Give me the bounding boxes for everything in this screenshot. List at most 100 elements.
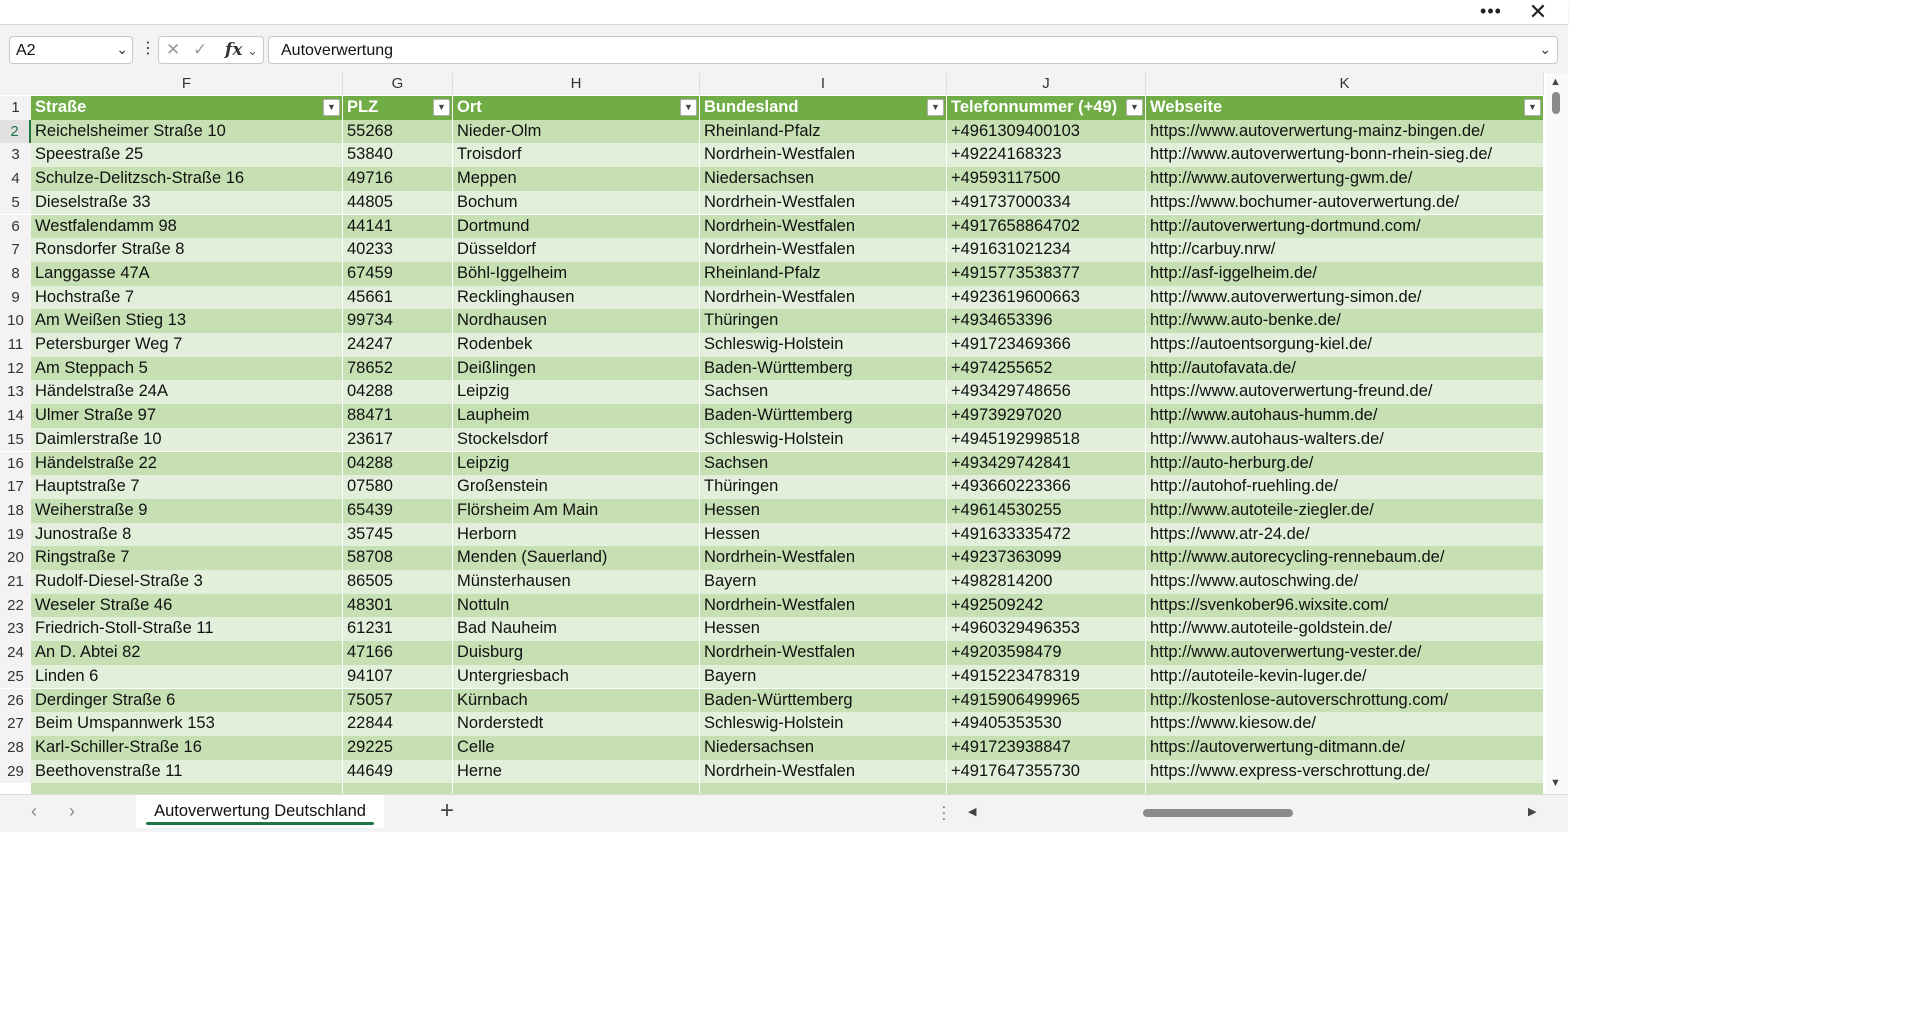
row-header[interactable]: 23 — [0, 617, 31, 642]
table-cell[interactable]: 75057 — [343, 688, 453, 713]
table-cell[interactable]: Thüringen — [700, 475, 947, 499]
table-cell[interactable]: Nordrhein-Westfalen — [700, 759, 947, 784]
table-cell[interactable]: Friedrich-Stoll-Straße 11 — [31, 617, 343, 642]
table-cell[interactable]: Dortmund — [453, 214, 700, 239]
table-cell[interactable]: 45661 — [343, 285, 453, 310]
row-header[interactable]: 27 — [0, 712, 31, 736]
table-cell[interactable]: Hochstraße 7 — [31, 285, 343, 310]
table-cell[interactable]: 65439 — [343, 498, 453, 523]
row-header[interactable]: 21 — [0, 570, 31, 594]
table-cell[interactable]: Troisdorf — [453, 143, 700, 168]
table-cell[interactable]: Schleswig-Holstein — [700, 427, 947, 452]
close-icon[interactable]: ✕ — [1524, 0, 1552, 24]
table-cell[interactable]: +49224168323 — [947, 143, 1146, 168]
table-cell[interactable]: Baden-Württemberg — [700, 404, 947, 428]
table-cell[interactable]: https://www.express-verschrottung.de/ — [1146, 759, 1544, 784]
table-cell[interactable]: +4923619600663 — [947, 285, 1146, 310]
table-cell[interactable] — [453, 783, 700, 794]
table-cell[interactable]: Sachsen — [700, 451, 947, 476]
table-cell[interactable]: 44649 — [343, 759, 453, 784]
table-cell[interactable]: 55268 — [343, 119, 453, 144]
table-cell[interactable]: Hessen — [700, 522, 947, 547]
table-cell[interactable]: Petersburger Weg 7 — [31, 333, 343, 357]
table-cell[interactable]: http://www.autorecycling-rennebaum.de/ — [1146, 546, 1544, 570]
row-header[interactable]: 18 — [0, 498, 31, 523]
table-cell[interactable]: +4974255652 — [947, 356, 1146, 381]
table-cell[interactable]: http://autohof-ruehling.de/ — [1146, 475, 1544, 499]
more-vertical-icon[interactable]: ⋮ — [140, 40, 156, 58]
table-cell[interactable]: Niedersachsen — [700, 167, 947, 191]
table-cell[interactable]: 07580 — [343, 475, 453, 499]
table-cell[interactable]: http://auto-herburg.de/ — [1146, 451, 1544, 476]
filter-dropdown-icon[interactable]: ▼ — [1524, 99, 1541, 116]
table-cell[interactable]: 67459 — [343, 261, 453, 286]
table-cell[interactable]: Junostraße 8 — [31, 522, 343, 547]
table-cell[interactable]: https://www.kiesow.de/ — [1146, 712, 1544, 736]
table-cell[interactable]: +49405353530 — [947, 712, 1146, 736]
table-cell[interactable]: 78652 — [343, 356, 453, 381]
table-cell[interactable]: Rudolf-Diesel-Straße 3 — [31, 570, 343, 594]
table-cell[interactable]: +49614530255 — [947, 498, 1146, 523]
table-cell[interactable]: 24247 — [343, 333, 453, 357]
column-header-i[interactable]: I — [700, 73, 947, 95]
table-cell[interactable]: http://www.autoverwertung-vester.de/ — [1146, 641, 1544, 665]
row-header[interactable]: 22 — [0, 593, 31, 618]
table-cell[interactable]: Westfalendamm 98 — [31, 214, 343, 239]
table-cell[interactable]: Recklinghausen — [453, 285, 700, 310]
chevron-down-icon[interactable]: ⌄ — [247, 43, 258, 59]
table-cell[interactable]: https://www.autoverwertung-freund.de/ — [1146, 380, 1544, 405]
table-cell[interactable]: https://www.autoverwertung-mainz-bingen.… — [1146, 119, 1544, 144]
table-cell[interactable]: Speestraße 25 — [31, 143, 343, 168]
table-cell[interactable]: Bayern — [700, 570, 947, 594]
table-cell[interactable]: Kürnbach — [453, 688, 700, 713]
table-cell[interactable]: +4915773538377 — [947, 261, 1146, 286]
table-header-cell[interactable]: PLZ ▼ — [343, 96, 453, 120]
row-header[interactable]: 8 — [0, 261, 31, 286]
table-cell[interactable]: Herborn — [453, 522, 700, 547]
table-cell[interactable]: +4917647355730 — [947, 759, 1146, 784]
column-header-g[interactable]: G — [343, 73, 453, 95]
table-cell[interactable]: Händelstraße 24A — [31, 380, 343, 405]
table-cell[interactable]: +493660223366 — [947, 475, 1146, 499]
table-cell[interactable]: Nordrhein-Westfalen — [700, 546, 947, 570]
table-cell[interactable]: http://www.autoteile-ziegler.de/ — [1146, 498, 1544, 523]
vertical-scrollbar[interactable]: ▲ ▼ — [1546, 73, 1568, 794]
name-box[interactable]: A2 ⌄ — [9, 36, 133, 64]
table-cell[interactable]: Nordrhein-Westfalen — [700, 143, 947, 168]
table-cell[interactable]: Ronsdorfer Straße 8 — [31, 238, 343, 262]
table-cell[interactable] — [947, 783, 1146, 794]
table-cell[interactable]: Nordrhein-Westfalen — [700, 285, 947, 310]
scroll-down-icon[interactable]: ▼ — [1550, 777, 1561, 789]
column-header-k[interactable]: K — [1146, 73, 1544, 95]
column-header-f[interactable]: F — [31, 73, 343, 95]
table-cell[interactable]: +491737000334 — [947, 190, 1146, 215]
table-cell[interactable]: 35745 — [343, 522, 453, 547]
table-cell[interactable]: Beethovenstraße 11 — [31, 759, 343, 784]
table-cell[interactable]: +49203598479 — [947, 641, 1146, 665]
table-cell[interactable]: An D. Abtei 82 — [31, 641, 343, 665]
table-cell[interactable] — [1146, 783, 1544, 794]
row-header[interactable]: 3 — [0, 143, 31, 168]
table-cell[interactable]: Ulmer Straße 97 — [31, 404, 343, 428]
row-header[interactable]: 13 — [0, 380, 31, 405]
row-header[interactable]: 16 — [0, 451, 31, 476]
table-cell[interactable]: Weseler Straße 46 — [31, 593, 343, 618]
table-cell[interactable]: http://kostenlose-autoverschrottung.com/ — [1146, 688, 1544, 713]
table-cell[interactable]: Meppen — [453, 167, 700, 191]
table-cell[interactable]: Nordrhein-Westfalen — [700, 641, 947, 665]
table-cell[interactable]: 40233 — [343, 238, 453, 262]
table-cell[interactable]: +491633335472 — [947, 522, 1146, 547]
row-header[interactable]: 4 — [0, 167, 31, 191]
row-header[interactable]: 25 — [0, 664, 31, 689]
table-cell[interactable]: https://www.atr-24.de/ — [1146, 522, 1544, 547]
select-all-corner[interactable] — [0, 73, 31, 95]
row-header[interactable]: 12 — [0, 356, 31, 381]
table-cell[interactable]: http://www.autoverwertung-simon.de/ — [1146, 285, 1544, 310]
table-cell[interactable]: +4915223478319 — [947, 664, 1146, 689]
table-cell[interactable]: 44141 — [343, 214, 453, 239]
table-cell[interactable]: Niedersachsen — [700, 735, 947, 760]
table-cell[interactable]: +4945192998518 — [947, 427, 1146, 452]
table-cell[interactable]: Hessen — [700, 498, 947, 523]
table-cell[interactable]: Düsseldorf — [453, 238, 700, 262]
table-cell[interactable]: +4961309400103 — [947, 119, 1146, 144]
